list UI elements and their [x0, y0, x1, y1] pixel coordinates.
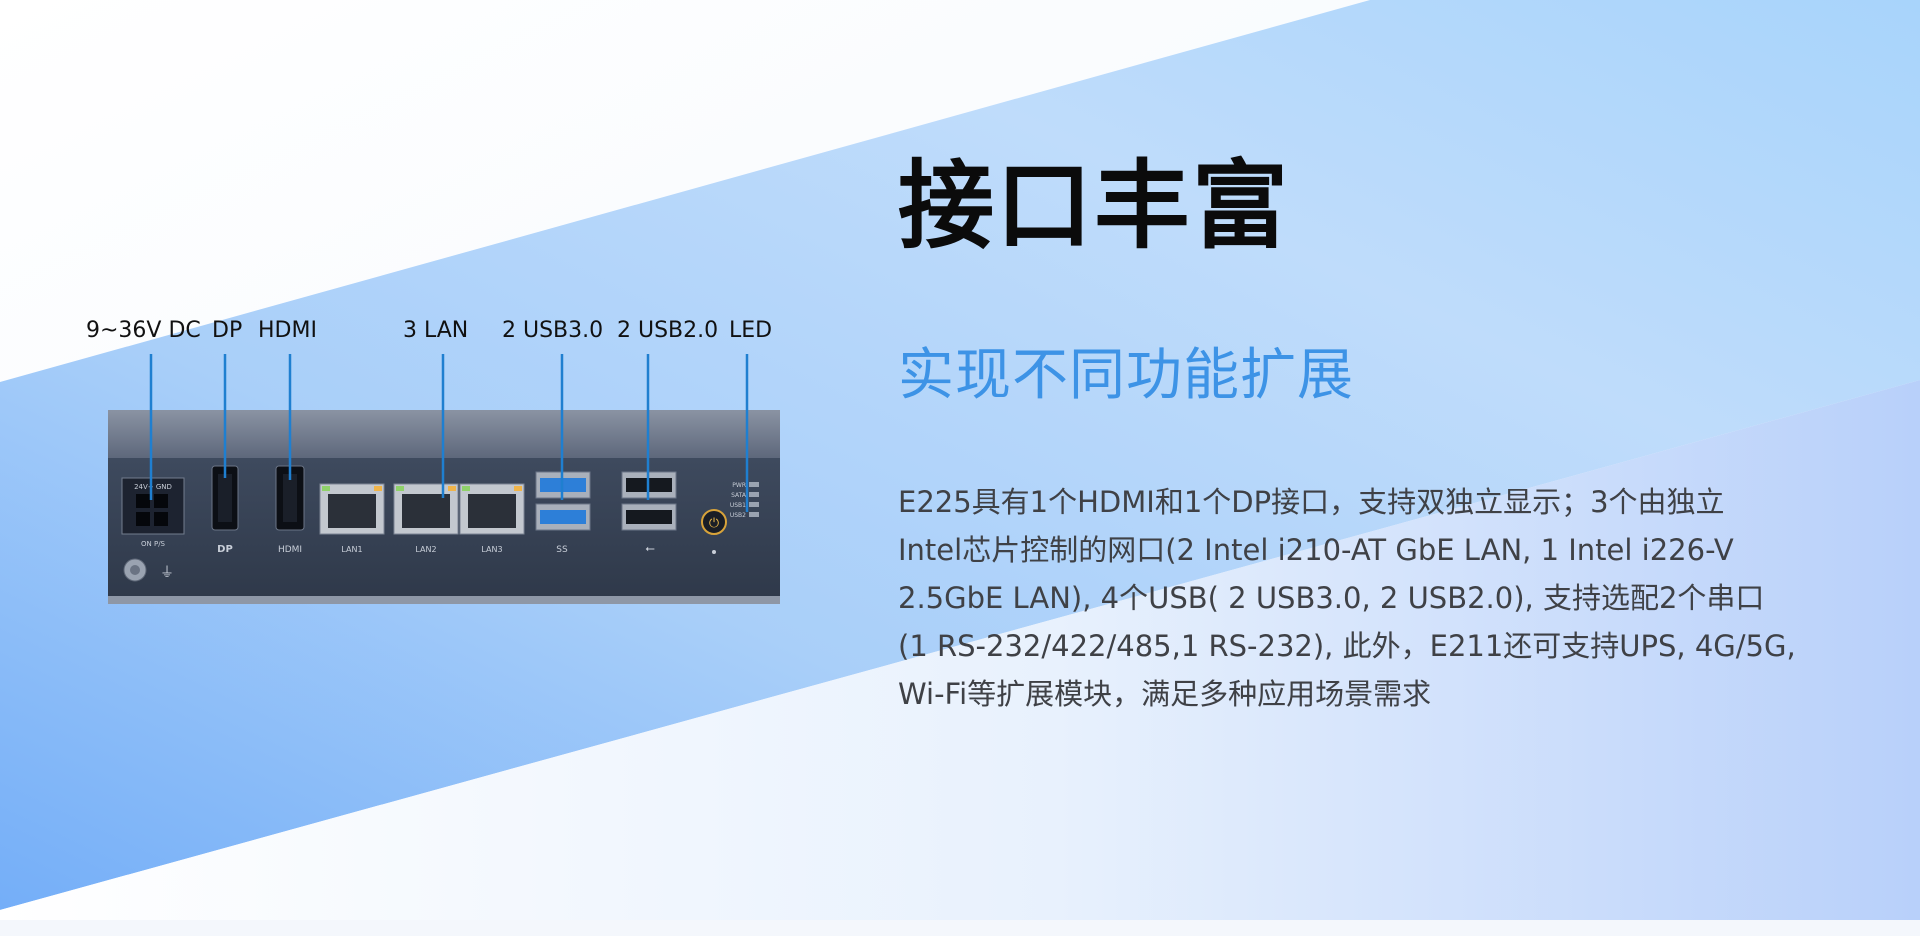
led-label: USB2 [730, 512, 746, 519]
description-line: 2.5GbE LAN), 4个USB( 2 USB3.0, 2 USB2.0),… [898, 581, 1765, 615]
page-title: 接口丰富 [898, 150, 1290, 262]
chassis-bottom [108, 596, 780, 604]
lan2-text: LAN2 [415, 545, 436, 554]
ground-icon: ⏚ [160, 565, 174, 581]
usb3-logo: SS [556, 545, 568, 555]
description-line: Intel芯片控制的网口(2 Intel i210-AT GbE LAN, 1 … [898, 533, 1734, 567]
usb-icon: ⭠ [645, 541, 655, 555]
led-light [749, 512, 759, 517]
device-front-panel: 24V+ GND ON P/S ⏚ DP HDMI LAN1 LAN2 LAN3… [108, 354, 780, 604]
led-light [749, 502, 759, 507]
led-label: USB1 [730, 502, 746, 509]
svg-text:⏻: ⏻ [709, 516, 719, 531]
led-light [749, 482, 759, 487]
lan1-text: LAN1 [341, 545, 362, 554]
lan3-text: LAN3 [481, 545, 502, 554]
led-label: SATA [731, 492, 747, 499]
pwr-bottom-text: ON P/S [141, 540, 166, 548]
led-label: PWR [732, 482, 746, 489]
description-line: E225具有1个HDMI和1个DP接口，支持双独立显示；3个由独立 [898, 485, 1725, 519]
dp-logo: DP [217, 544, 233, 555]
description-line: (1 RS-232/422/485,1 RS-232), 此外，E211还可支持… [898, 629, 1796, 663]
description-line: Wi-Fi等扩展模块，满足多种应用场景需求 [898, 677, 1432, 711]
hdmi-logo: HDMI [278, 545, 302, 555]
page-subtitle: 实现不同功能扩展 [898, 343, 1354, 408]
pwr-top-text: 24V+ GND [134, 483, 172, 491]
description: E225具有1个HDMI和1个DP接口，支持双独立显示；3个由独立 Intel芯… [898, 478, 1828, 718]
led-light [749, 492, 759, 497]
